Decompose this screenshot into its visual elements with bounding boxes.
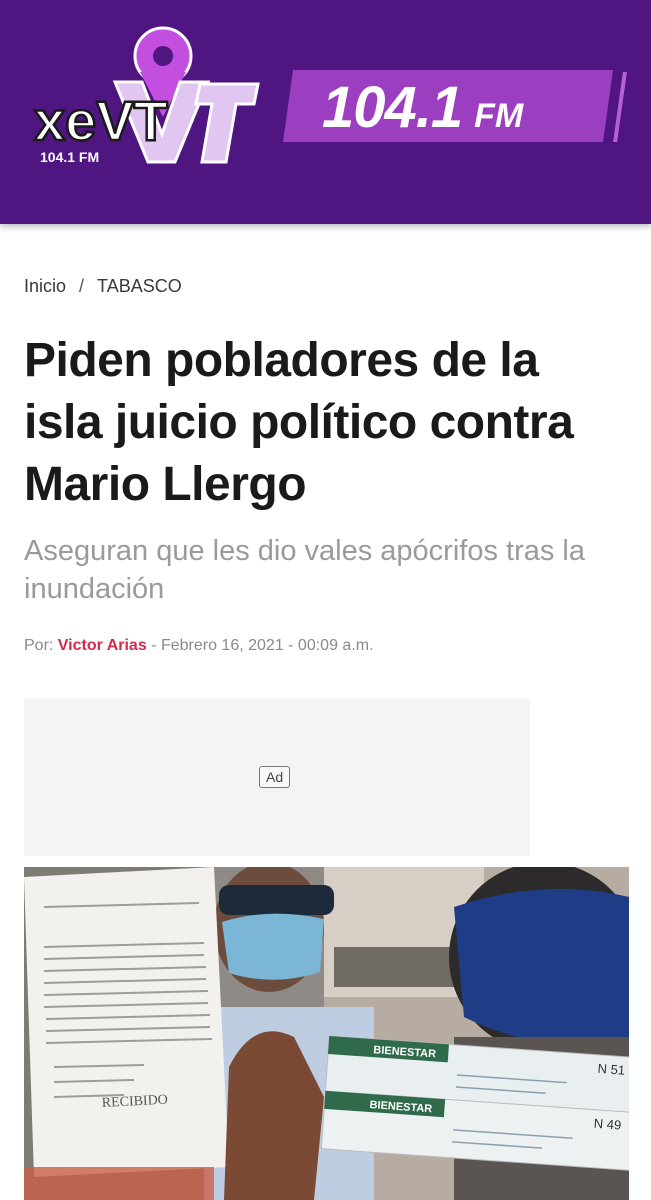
byline-date: - Febrero 16, 2021 - 00:09 a.m. [151,637,374,654]
breadcrumb: Inicio / TABASCO [24,276,182,297]
breadcrumb-home[interactable]: Inicio [24,276,66,296]
article-byline: Por: Victor Arias - Febrero 16, 2021 - 0… [24,637,374,655]
ad-label: Ad [259,766,291,788]
ad-slot[interactable]: Ad [24,698,530,856]
byline-author[interactable]: Victor Arias [58,637,147,654]
frequency-band: FM [474,97,524,135]
article-title: Piden pobladores de la isla juicio polít… [24,334,574,511]
voucher-number: N 51 [597,1061,625,1078]
breadcrumb-separator: / [79,276,85,296]
site-header: xeVT 104.1 FM 104.1 FM [0,0,651,224]
breadcrumb-section[interactable]: TABASCO [97,276,182,296]
logo-text: xeVT [34,89,168,152]
banner-slash [613,72,627,142]
photo-illustration: RECIBIDO BIENESTAR N 51 BIENESTAR N 49 [24,867,629,1200]
article-photo: RECIBIDO BIENESTAR N 51 BIENESTAR N 49 [24,867,629,1200]
frequency-label: 104.1 FM [322,74,523,140]
byline-prefix: Por: [24,637,54,654]
document-paper [24,867,229,1177]
voucher-number: N 49 [593,1116,621,1133]
voucher-stack: BIENESTAR N 51 BIENESTAR N 49 [320,1035,629,1171]
xevt-logo[interactable]: xeVT 104.1 FM [30,22,260,172]
article-subtitle: Aseguran que les dio vales apócrifos tra… [24,535,585,605]
frequency-number: 104.1 [322,75,463,140]
logo-subtext: 104.1 FM [40,149,99,165]
